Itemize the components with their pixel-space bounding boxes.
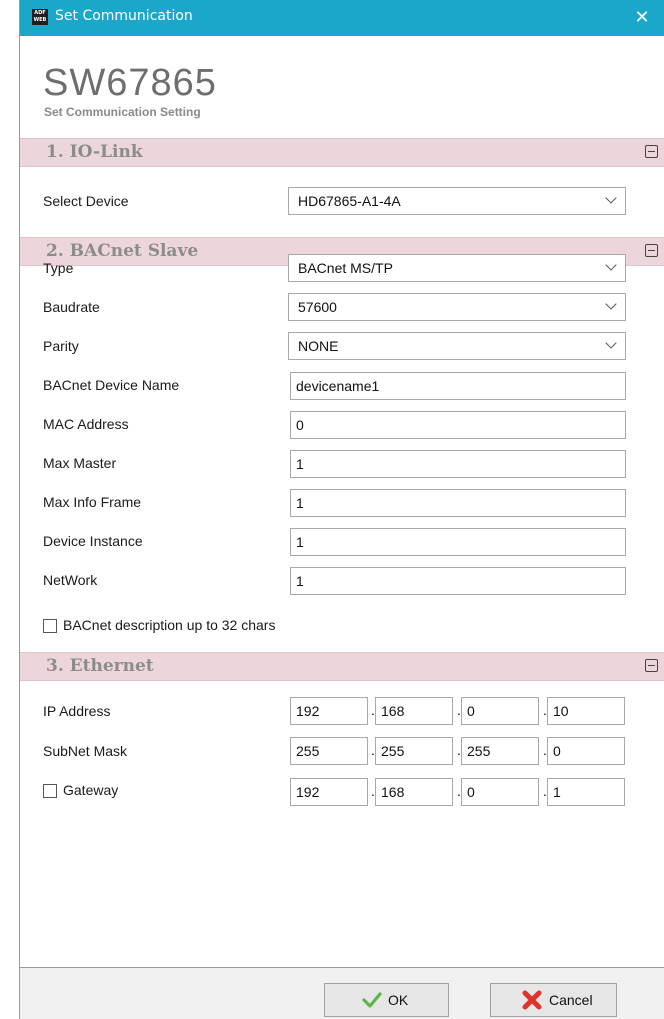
baudrate-value: 57600	[298, 299, 337, 315]
mask-octet-value: 0	[553, 743, 561, 759]
app-logo-icon: ADF WEB	[32, 9, 48, 25]
background-strip	[0, 0, 19, 1019]
ok-label: OK	[388, 992, 409, 1008]
max-info-frame-label: Max Info Frame	[43, 494, 142, 510]
collapse-icon[interactable]	[645, 145, 658, 158]
mask-octet-value: 255	[296, 743, 320, 759]
window-title: Set Communication	[55, 8, 193, 24]
mask-octet-1-input[interactable]: 255	[290, 737, 368, 765]
ok-button[interactable]: OK	[324, 983, 449, 1017]
ip-octet-2-input[interactable]: 168	[375, 697, 453, 725]
gateway-checkbox[interactable]	[43, 784, 57, 798]
ip-octet-value: 10	[553, 703, 569, 719]
cancel-label: Cancel	[549, 992, 593, 1008]
gateway-octet-value: 192	[296, 784, 320, 800]
ip-octet-3-input[interactable]: 0	[461, 697, 539, 725]
device-instance-value: 1	[296, 534, 304, 550]
chevron-down-icon	[605, 192, 617, 204]
select-device-dropdown[interactable]: HD67865-A1-4A	[288, 187, 626, 215]
type-label: Type	[43, 260, 74, 276]
baudrate-label: Baudrate	[43, 299, 100, 315]
select-device-label: Select Device	[43, 193, 129, 209]
mask-octet-value: 255	[467, 743, 491, 759]
device-name-value: devicename1	[296, 378, 380, 394]
bacnet-description-label: BACnet description up to 32 chars	[63, 617, 276, 633]
network-value: 1	[296, 573, 304, 589]
network-label: NetWork	[43, 572, 98, 588]
section-title: 1. IO-Link	[46, 142, 143, 162]
parity-value: NONE	[298, 338, 339, 354]
gateway-octet-2-input[interactable]: 168	[375, 778, 453, 806]
mac-address-label: MAC Address	[43, 416, 129, 432]
gateway-octet-3-input[interactable]: 0	[461, 778, 539, 806]
gateway-octet-value: 0	[467, 784, 475, 800]
select-device-value: HD67865-A1-4A	[298, 193, 401, 209]
set-communication-window: ADF WEB Set Communication ✕ SW67865 Set C…	[19, 0, 664, 1019]
section-io-link-header[interactable]: 1. IO-Link	[20, 138, 664, 167]
baudrate-dropdown[interactable]: 57600	[288, 293, 626, 321]
gateway-octet-value: 168	[381, 784, 405, 800]
gateway-octet-value: 1	[553, 784, 561, 800]
mask-octet-value: 255	[381, 743, 405, 759]
device-name-input[interactable]: devicename1	[290, 372, 626, 400]
section-title: 3. Ethernet	[46, 656, 154, 676]
ip-address-label: IP Address	[43, 703, 111, 719]
title-bar: ADF WEB Set Communication ✕	[20, 0, 664, 36]
max-info-frame-input[interactable]: 1	[290, 489, 626, 517]
chevron-down-icon	[605, 259, 617, 271]
type-dropdown[interactable]: BACnet MS/TP	[288, 254, 626, 282]
ip-octet-1-input[interactable]: 192	[290, 697, 368, 725]
bacnet-description-checkbox[interactable]	[43, 619, 57, 633]
section-ethernet-header[interactable]: 3. Ethernet	[20, 652, 664, 681]
dialog-footer: OK Cancel	[20, 967, 664, 1019]
mask-octet-4-input[interactable]: 0	[547, 737, 625, 765]
parity-label: Parity	[43, 338, 79, 354]
device-instance-label: Device Instance	[43, 533, 143, 549]
cancel-button[interactable]: Cancel	[490, 983, 617, 1017]
subnet-mask-label: SubNet Mask	[43, 743, 128, 759]
collapse-icon[interactable]	[645, 659, 658, 672]
app-subtitle: Set Communication Setting	[44, 105, 201, 119]
red-x-icon	[522, 990, 542, 1010]
mask-octet-3-input[interactable]: 255	[461, 737, 539, 765]
max-master-input[interactable]: 1	[290, 450, 626, 478]
parity-dropdown[interactable]: NONE	[288, 332, 626, 360]
mac-address-value: 0	[296, 417, 304, 433]
max-master-label: Max Master	[43, 455, 117, 471]
chevron-down-icon	[605, 298, 617, 310]
checkmark-icon	[362, 992, 382, 1008]
ip-octet-value: 0	[467, 703, 475, 719]
max-master-value: 1	[296, 456, 304, 472]
gateway-label: Gateway	[63, 782, 119, 798]
network-input[interactable]: 1	[290, 567, 626, 595]
close-icon: ✕	[634, 7, 650, 28]
collapse-icon[interactable]	[645, 244, 658, 257]
gateway-octet-4-input[interactable]: 1	[547, 778, 625, 806]
ip-octet-value: 168	[381, 703, 405, 719]
type-value: BACnet MS/TP	[298, 260, 393, 276]
gateway-octet-1-input[interactable]: 192	[290, 778, 368, 806]
section-title: 2. BACnet Slave	[46, 241, 199, 261]
device-instance-input[interactable]: 1	[290, 528, 626, 556]
mask-octet-2-input[interactable]: 255	[375, 737, 453, 765]
max-info-frame-value: 1	[296, 495, 304, 511]
header: SW67865 Set Communication Setting	[20, 36, 664, 136]
close-button[interactable]: ✕	[619, 0, 664, 36]
device-name-label: BACnet Device Name	[43, 377, 180, 393]
app-code: SW67865	[43, 62, 217, 104]
chevron-down-icon	[605, 337, 617, 349]
ip-octet-value: 192	[296, 703, 320, 719]
mac-address-input[interactable]: 0	[290, 411, 626, 439]
ip-octet-4-input[interactable]: 10	[547, 697, 625, 725]
